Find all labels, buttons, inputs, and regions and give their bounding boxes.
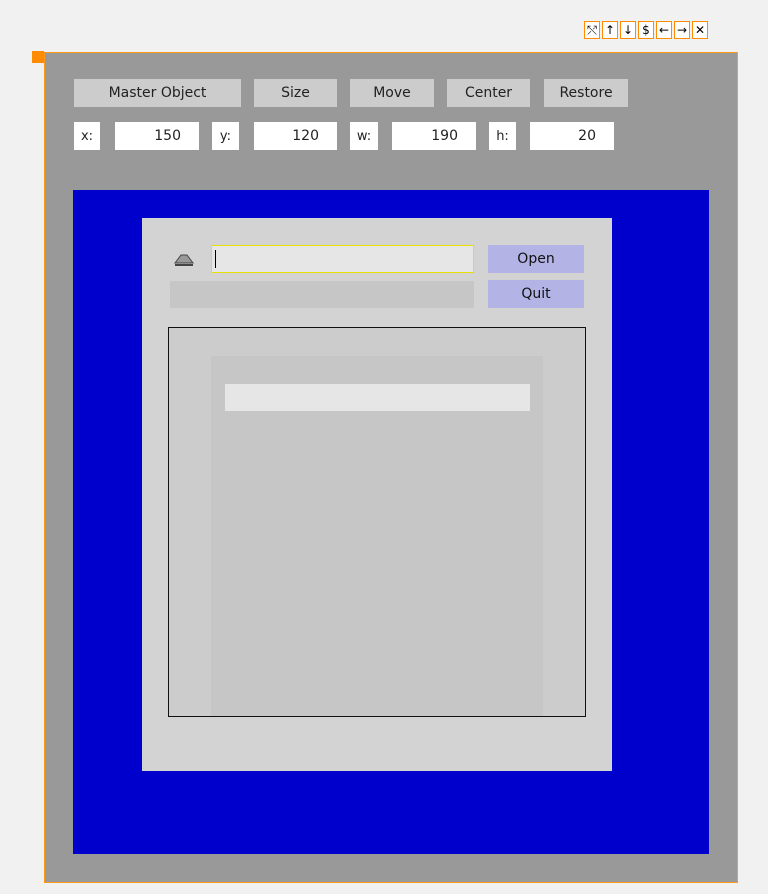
x-label: x: <box>74 122 100 150</box>
close-icon[interactable]: ✕ <box>692 21 708 39</box>
h-field[interactable]: 20 <box>530 122 614 150</box>
master-object-button[interactable]: Master Object <box>74 79 241 107</box>
status-field <box>170 281 474 308</box>
resize-icon[interactable]: ⤲ <box>584 21 600 39</box>
w-field[interactable]: 190 <box>392 122 476 150</box>
arrow-right-icon[interactable]: → <box>674 21 690 39</box>
size-button[interactable]: Size <box>254 79 337 107</box>
restore-button[interactable]: Restore <box>544 79 628 107</box>
arrow-up-icon[interactable]: ↑ <box>602 21 618 39</box>
h-label: h: <box>489 122 516 150</box>
w-label: w: <box>350 122 378 150</box>
open-button[interactable]: Open <box>488 245 584 273</box>
dollar-icon[interactable]: $ <box>638 21 654 39</box>
center-button[interactable]: Center <box>447 79 530 107</box>
list-item[interactable] <box>225 384 530 411</box>
quit-button[interactable]: Quit <box>488 280 584 308</box>
frame-handle[interactable] <box>32 51 44 63</box>
y-field[interactable]: 120 <box>254 122 337 150</box>
arrow-left-icon[interactable]: ← <box>656 21 672 39</box>
move-button[interactable]: Move <box>350 79 434 107</box>
eject-icon <box>174 254 194 266</box>
arrow-down-icon[interactable]: ↓ <box>620 21 636 39</box>
text-caret <box>215 250 216 268</box>
y-label: y: <box>212 122 239 150</box>
path-input[interactable] <box>211 245 474 273</box>
x-field[interactable]: 150 <box>115 122 199 150</box>
parent-folder-button[interactable] <box>171 246 197 272</box>
